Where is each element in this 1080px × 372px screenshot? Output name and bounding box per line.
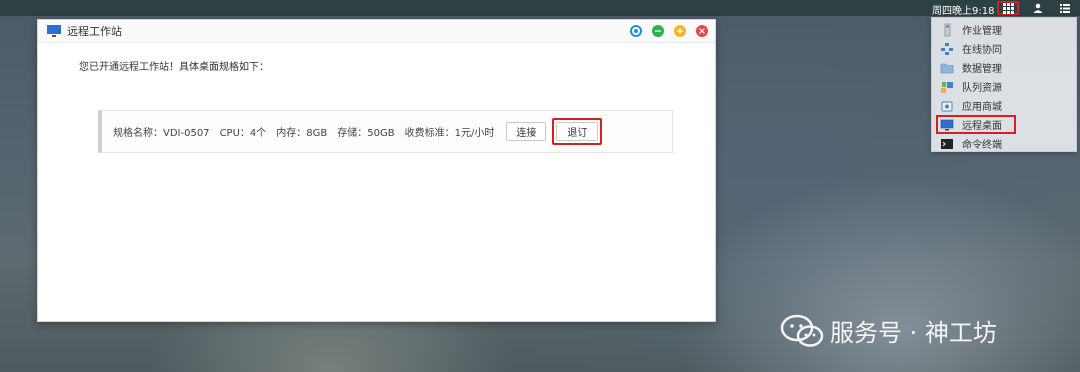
queue-icon <box>941 81 953 93</box>
intro-text: 您已开通远程工作站！具体桌面规格如下： <box>79 62 269 73</box>
spec-name: 规格名称：VDI-0507 <box>113 128 210 139</box>
top-bar: 周四晚上9:18 <box>0 0 1080 17</box>
monitor-icon <box>940 119 954 130</box>
minus-icon <box>655 30 661 32</box>
collaboration-icon <box>941 42 953 55</box>
unsubscribe-highlight: 退订 <box>552 118 603 145</box>
app-store-icon <box>941 101 953 111</box>
menu-item-app-store[interactable]: 应用商城 <box>932 96 1076 115</box>
remote-workstation-window: 远程工作站 您已开通远程工作站！具体桌面规格如下： 规格名称：VDI-0507 … <box>37 19 716 322</box>
terminal-icon <box>941 138 953 149</box>
spec-memory: 内存：8GB <box>276 128 328 139</box>
user-icon <box>1033 3 1043 13</box>
menu-item-job-manage[interactable]: 作业管理 <box>932 20 1076 39</box>
menu-item-terminal[interactable]: 命令终端 <box>932 134 1076 153</box>
monitor-icon <box>47 25 61 37</box>
menu-item-collaboration[interactable]: 在线协同 <box>932 39 1076 58</box>
watermark: 服务号 · 神工坊 <box>780 313 997 348</box>
list-button[interactable] <box>1054 1 1076 15</box>
folder-icon <box>940 63 954 73</box>
menu-item-data-manage[interactable]: 数据管理 <box>932 58 1076 77</box>
watermark-text: 服务号 · 神工坊 <box>830 319 997 347</box>
window-controls <box>630 25 708 37</box>
apps-grid-icon <box>1002 2 1014 14</box>
close-button[interactable] <box>696 25 708 37</box>
window-title: 远程工作站 <box>67 25 122 38</box>
close-icon <box>699 28 705 34</box>
apps-menu: 作业管理 在线协同 数据管理 队列资源 应用商城 远程桌面 命令终端 <box>931 17 1077 152</box>
spec-storage: 存储：50GB <box>337 128 395 139</box>
maximize-button[interactable] <box>674 25 686 37</box>
spec-cpu: CPU：4个 <box>219 128 267 139</box>
wechat-logo-icon <box>780 314 824 347</box>
connect-button[interactable]: 连接 <box>506 122 547 141</box>
menu-item-queue[interactable]: 队列资源 <box>932 77 1076 96</box>
job-manage-icon <box>944 23 951 36</box>
user-button[interactable] <box>1027 1 1049 15</box>
minimize-button[interactable] <box>652 25 664 37</box>
spec-card: 规格名称：VDI-0507 CPU：4个 内存：8GB 存储：50GB 收费标准… <box>98 110 673 153</box>
menu-item-remote-desktop[interactable]: 远程桌面 <box>936 115 1016 134</box>
window-titlebar[interactable]: 远程工作站 <box>38 20 715 43</box>
apps-grid-button[interactable] <box>997 1 1019 15</box>
spec-price: 收费标准：1元/小时 <box>404 128 495 139</box>
list-icon <box>1060 3 1070 13</box>
plus-icon <box>677 28 683 34</box>
unsubscribe-button[interactable]: 退订 <box>556 122 599 141</box>
clock: 周四晚上9:18 <box>932 6 995 17</box>
info-button[interactable] <box>630 25 642 37</box>
